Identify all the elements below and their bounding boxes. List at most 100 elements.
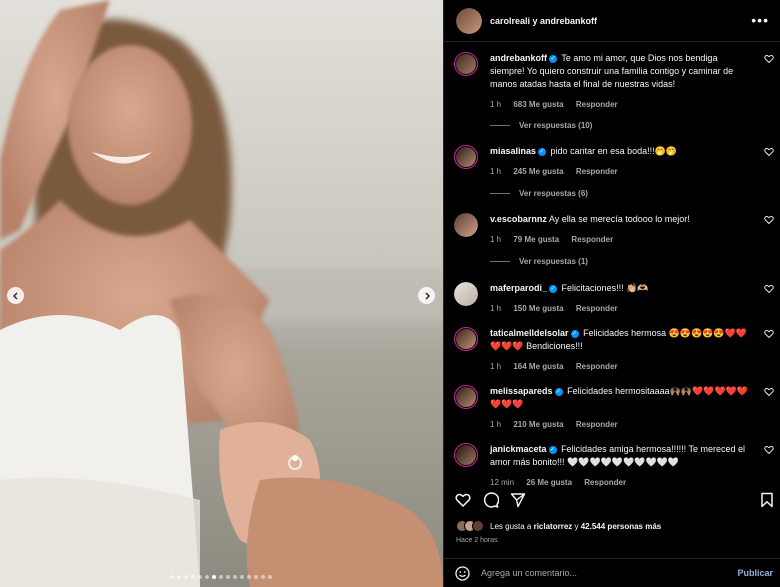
reply-button[interactable]: Responder	[576, 420, 618, 429]
comment-likes[interactable]: 683 Me gusta	[513, 100, 563, 109]
comment-likes[interactable]: 150 Me gusta	[513, 304, 563, 313]
likes-count[interactable]: 42.544 personas más	[581, 522, 662, 531]
reply-button[interactable]: Responder	[584, 478, 626, 487]
post-authors[interactable]: carolreali y andrebankoff	[490, 16, 597, 26]
comment-likes[interactable]: 210 Me gusta	[513, 420, 563, 429]
comment-username[interactable]: janickmaceta	[490, 444, 547, 454]
comment-text: Felicitaciones!!! 👏🏼🫶🏼	[561, 283, 649, 293]
view-replies-button[interactable]: Ver respuestas (6)	[490, 189, 588, 198]
view-replies-button[interactable]: Ver respuestas (10)	[490, 121, 592, 130]
post-media	[0, 0, 443, 587]
comment-icon[interactable]	[483, 492, 499, 508]
comment-list: andrebankoff ✓ Te amo mi amor, que Dios n…	[444, 42, 780, 487]
carousel-dot	[233, 575, 237, 579]
chevron-left-icon	[12, 292, 17, 299]
verified-icon: ✓	[554, 387, 563, 396]
chevron-right-icon	[425, 292, 430, 299]
comment-likes[interactable]: 79 Me gusta	[513, 235, 559, 244]
comment-item: andrebankoff ✓ Te amo mi amor, que Dios n…	[454, 52, 774, 111]
comment-time[interactable]: 1 h	[490, 235, 501, 244]
verified-icon: ✓	[538, 147, 547, 156]
share-icon[interactable]	[510, 492, 526, 508]
reply-button[interactable]: Responder	[576, 362, 618, 371]
comment-item: maferparodi_ ✓ Felicitaciones!!! 👏🏼🫶🏼 1 h…	[454, 282, 774, 315]
post-dialog: carolreali y andrebankoff ••• andrebanko…	[0, 0, 780, 587]
carousel-dot	[247, 575, 251, 579]
carousel-prev-button[interactable]	[7, 287, 24, 304]
verified-icon: ✓	[548, 445, 557, 454]
more-options-icon[interactable]: •••	[751, 12, 769, 28]
carousel-dot	[198, 575, 202, 579]
carousel-dot	[268, 575, 272, 579]
liker-avatar	[472, 520, 484, 532]
comment-likes[interactable]: 245 Me gusta	[513, 167, 563, 176]
comment-time[interactable]: 1 h	[490, 100, 501, 109]
like-heart-icon[interactable]	[764, 445, 774, 455]
like-heart-icon[interactable]	[764, 329, 774, 339]
comments-panel: carolreali y andrebankoff ••• andrebanko…	[443, 0, 780, 587]
publish-button[interactable]: Publicar	[737, 568, 773, 578]
comment-time[interactable]: 1 h	[490, 304, 501, 313]
verified-icon: ✓	[549, 284, 558, 293]
likes-middle: y	[572, 521, 581, 531]
verified-icon: ✓	[570, 329, 579, 338]
comment-username[interactable]: taticalmelldelsolar	[490, 328, 569, 338]
comment-username[interactable]: melissapareds	[490, 386, 553, 396]
comment-username[interactable]: maferparodi_	[490, 283, 547, 293]
like-heart-icon[interactable]	[764, 147, 774, 157]
liker-username[interactable]: riclatorrez	[534, 522, 573, 531]
like-heart-icon[interactable]	[764, 54, 774, 64]
avatar[interactable]	[454, 52, 478, 76]
comment-username[interactable]: andrebankoff	[490, 53, 547, 63]
comment-username[interactable]: miasalinas	[490, 146, 536, 156]
comment-item: miasalinas ✓ pido cantar en esa boda!!!🤭🤭…	[454, 145, 774, 178]
carousel-dot	[226, 575, 230, 579]
post-timestamp[interactable]: Hace 2 horas	[456, 537, 498, 544]
post-photo	[0, 0, 443, 587]
avatar[interactable]	[454, 327, 478, 351]
carousel-next-button[interactable]	[418, 287, 435, 304]
action-bar	[444, 487, 780, 514]
carousel-dot	[240, 575, 244, 579]
post-header: carolreali y andrebankoff •••	[444, 0, 780, 42]
like-icon[interactable]	[455, 492, 471, 508]
like-heart-icon[interactable]	[764, 215, 774, 225]
reply-button[interactable]: Responder	[576, 100, 618, 109]
carousel-dots	[170, 575, 272, 579]
avatar[interactable]	[454, 145, 478, 169]
comment-time[interactable]: 1 h	[490, 167, 501, 176]
add-comment-bar: Agrega un comentario... Publicar	[444, 558, 780, 587]
carousel-dot	[184, 575, 188, 579]
avatar[interactable]	[454, 385, 478, 409]
view-replies-button[interactable]: Ver respuestas (1)	[490, 257, 588, 266]
avatar[interactable]	[454, 282, 478, 306]
comment-time[interactable]: 1 h	[490, 362, 501, 371]
save-bookmark-icon[interactable]	[760, 492, 774, 508]
like-heart-icon[interactable]	[764, 387, 774, 397]
comment-item: taticalmelldelsolar ✓ Felicidades hermosa…	[454, 327, 774, 373]
carousel-dot	[219, 575, 223, 579]
reply-button[interactable]: Responder	[576, 304, 618, 313]
comment-username[interactable]: v.escobarnnz	[490, 214, 547, 224]
comment-input[interactable]: Agrega un comentario...	[481, 568, 577, 578]
avatar[interactable]	[454, 443, 478, 467]
likes-prefix: Les gusta a	[490, 521, 534, 531]
like-heart-icon[interactable]	[764, 284, 774, 294]
likes-summary[interactable]: Les gusta a riclatorrez y 42.544 persona…	[456, 520, 661, 532]
carousel-dot	[212, 575, 216, 579]
carousel-dot	[254, 575, 258, 579]
comment-text: Ay ella se merecía todooo lo mejor!	[548, 214, 690, 224]
verified-icon: ✓	[549, 54, 558, 63]
carousel-dot	[177, 575, 181, 579]
emoji-icon[interactable]	[455, 565, 470, 581]
reply-button[interactable]: Responder	[576, 167, 618, 176]
carousel-dot	[205, 575, 209, 579]
comment-likes[interactable]: 164 Me gusta	[513, 362, 563, 371]
comment-likes[interactable]: 26 Me gusta	[526, 478, 572, 487]
comment-item: melissapareds ✓ Felicidades hermositaaaa🙌…	[454, 385, 774, 431]
comment-time[interactable]: 1 h	[490, 420, 501, 429]
author-avatar[interactable]	[456, 7, 482, 34]
comment-time[interactable]: 12 min	[490, 478, 514, 487]
avatar[interactable]	[454, 213, 478, 237]
reply-button[interactable]: Responder	[571, 235, 613, 244]
